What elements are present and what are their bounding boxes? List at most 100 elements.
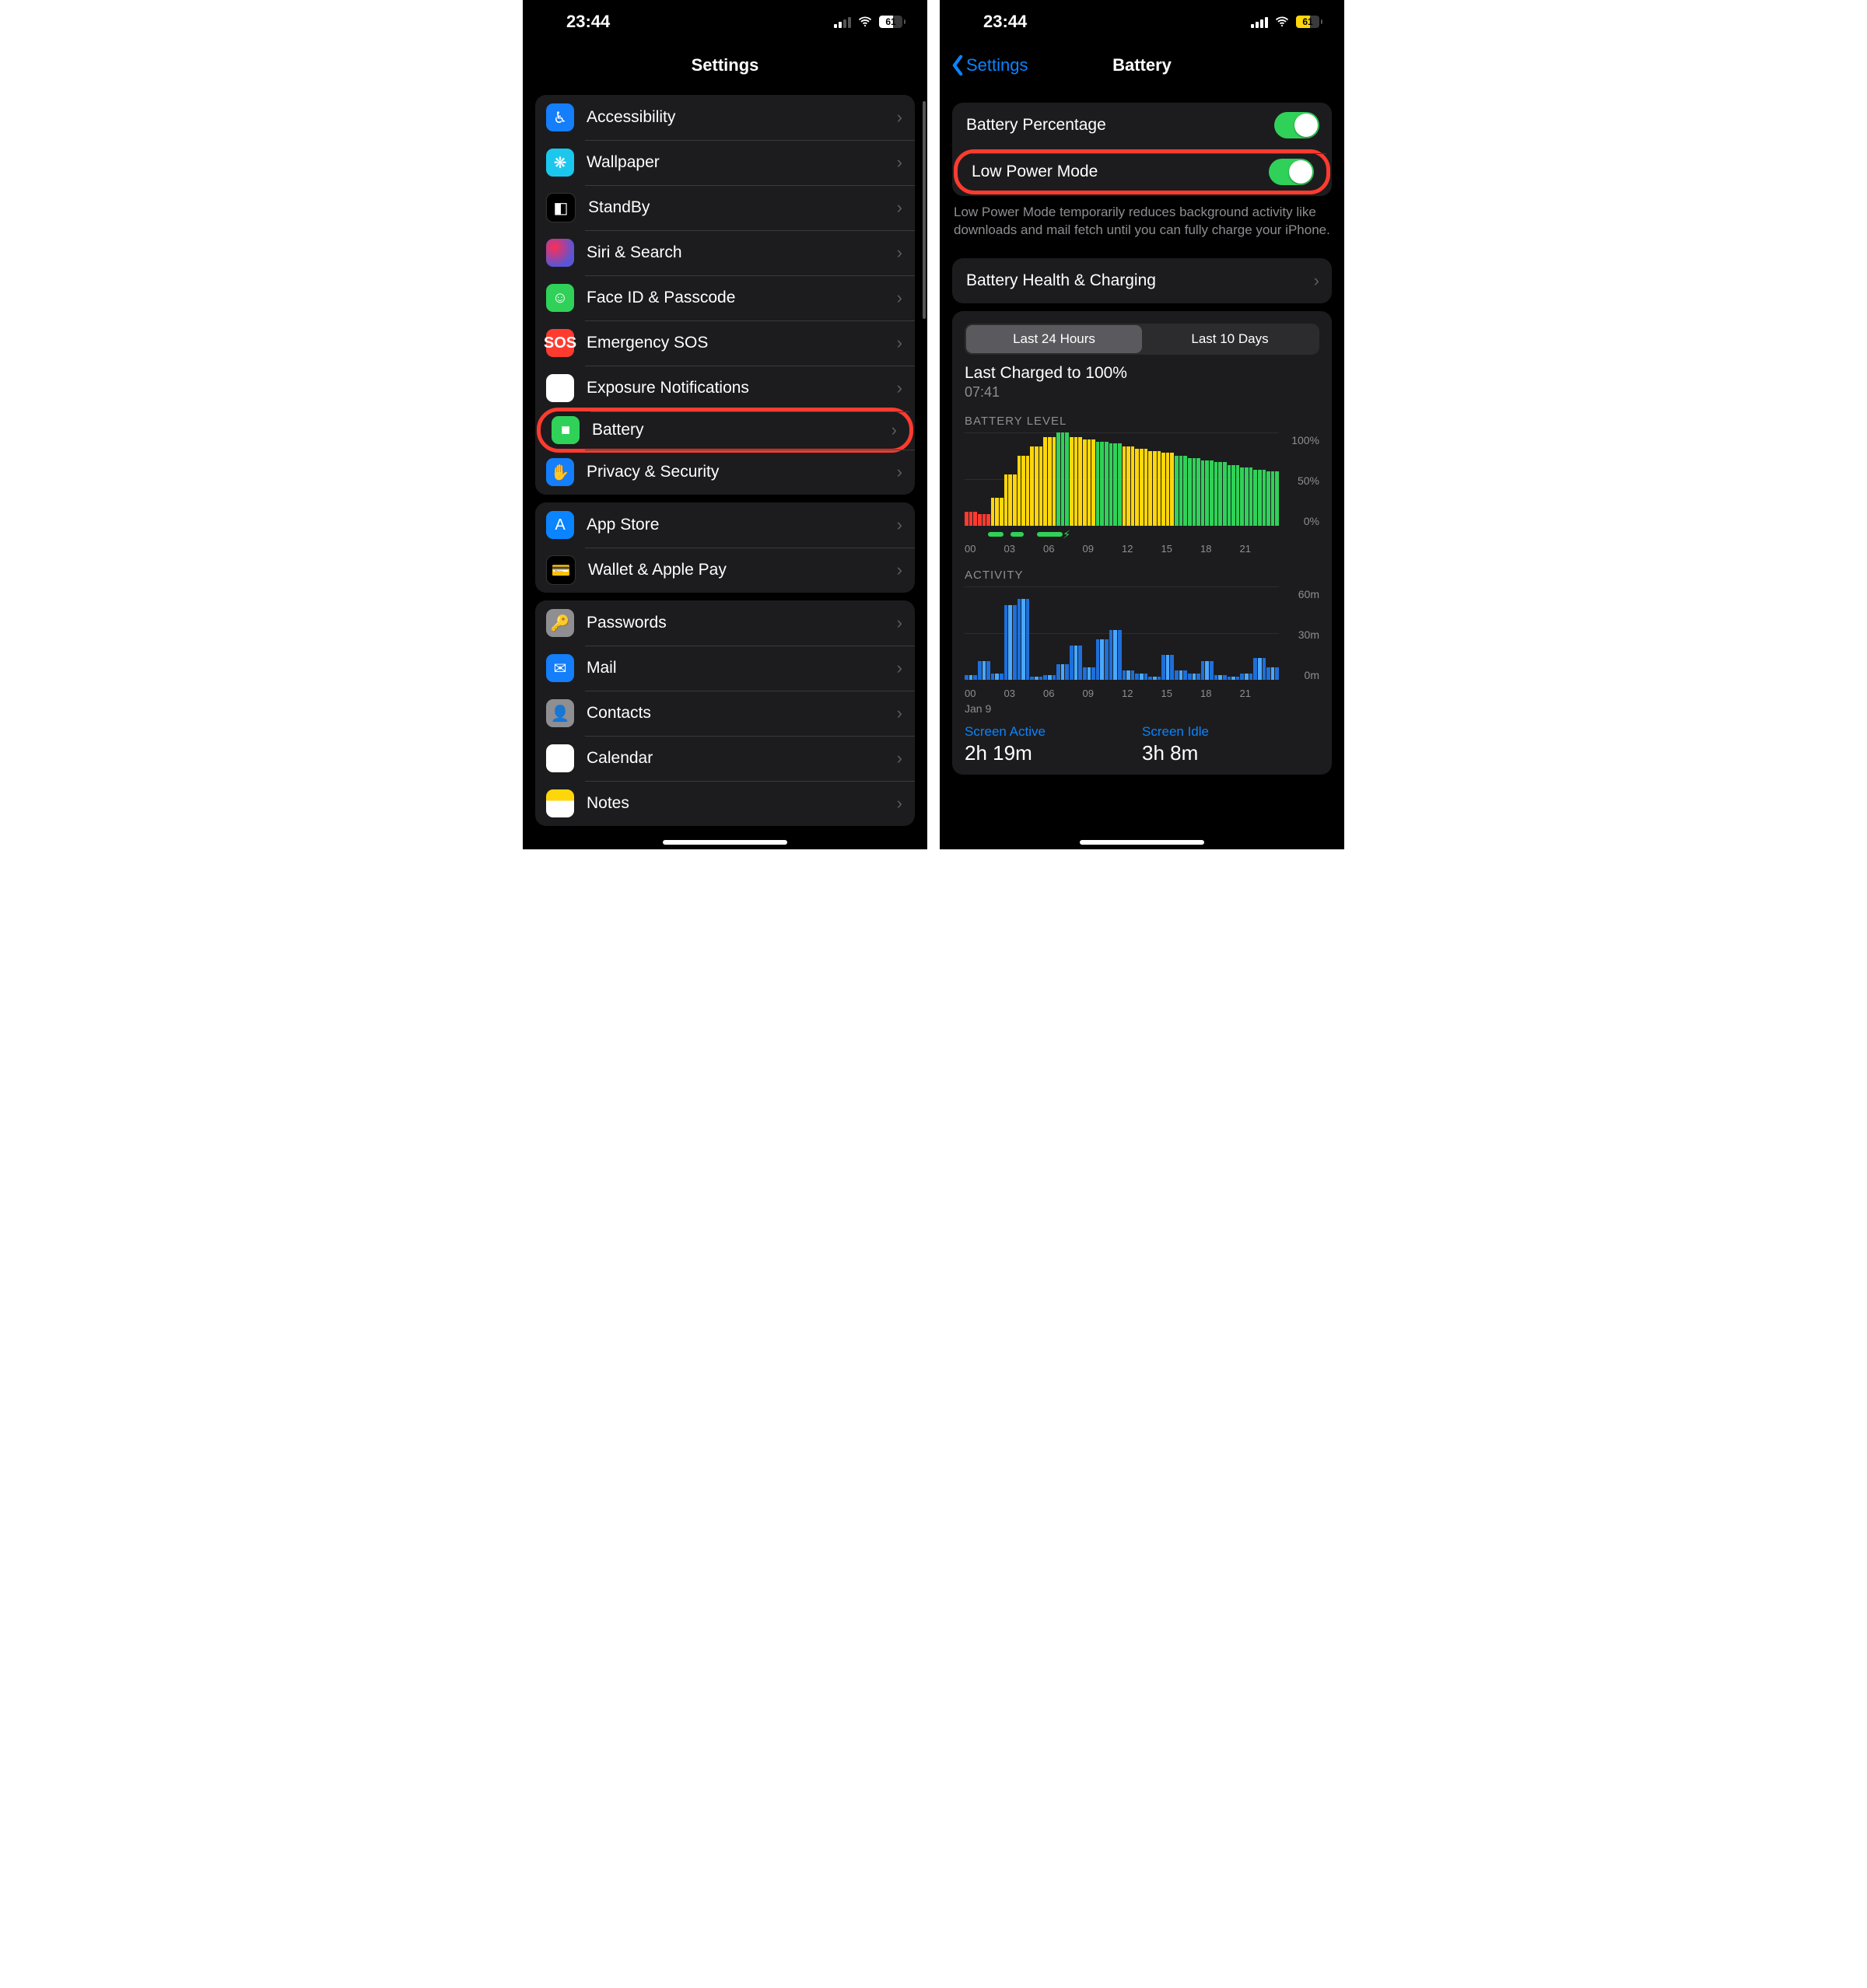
settings-row-mail[interactable]: ✉︎ Mail › bbox=[535, 646, 915, 691]
settings-group: ♿︎Accessibility›❋Wallpaper›◧StandBy›Siri… bbox=[535, 95, 915, 495]
time-range-segmented[interactable]: Last 24 Hours Last 10 Days bbox=[965, 324, 1319, 355]
row-battery-percentage[interactable]: Battery Percentage bbox=[952, 103, 1332, 148]
settings-row-siri[interactable]: Siri & Search › bbox=[535, 230, 915, 275]
settings-row-contacts[interactable]: 👤Contacts› bbox=[535, 691, 915, 736]
status-bar: 23:44 61 bbox=[940, 0, 1344, 44]
settings-row-wallpaper[interactable]: ❋ Wallpaper › bbox=[535, 140, 915, 185]
nav-bar: Settings bbox=[523, 44, 927, 87]
status-bar: 23:44 61 bbox=[523, 0, 927, 44]
chevron-right-icon: › bbox=[897, 198, 902, 218]
mail-icon: ✉︎ bbox=[546, 654, 574, 682]
settings-row-privacy[interactable]: ✋Privacy & Security› bbox=[535, 450, 915, 495]
settings-row-passwords[interactable]: 🔑 Passwords › bbox=[535, 600, 915, 646]
calendar-icon: ▦ bbox=[546, 744, 574, 772]
row-label: Calendar bbox=[587, 749, 891, 768]
row-label: Emergency SOS bbox=[587, 334, 891, 352]
siri-icon bbox=[546, 239, 574, 267]
level-y-axis: 100% 50% 0% bbox=[1284, 432, 1319, 529]
home-indicator[interactable] bbox=[1080, 840, 1204, 845]
battery-icon: ■ bbox=[552, 416, 580, 444]
exposure-icon: ☀︎ bbox=[546, 374, 574, 402]
settings-group: AApp Store› 💳 Wallet & Apple Pay › bbox=[535, 502, 915, 593]
row-label: Wallpaper bbox=[587, 153, 891, 172]
activity-title: ACTIVITY bbox=[965, 569, 1319, 582]
last-charged-title: Last Charged to 100% bbox=[965, 364, 1319, 383]
row-battery-health[interactable]: Battery Health & Charging › bbox=[952, 258, 1332, 303]
nav-bar: Settings Battery bbox=[940, 44, 1344, 87]
last-charged: Last Charged to 100% 07:41 bbox=[965, 364, 1319, 401]
last-charged-time: 07:41 bbox=[965, 384, 1319, 401]
settings-row-wallet[interactable]: 💳 Wallet & Apple Pay › bbox=[535, 548, 915, 593]
toggle-low-power-mode[interactable] bbox=[1269, 159, 1314, 185]
page-title: Settings bbox=[692, 55, 759, 75]
screen-active-label: Screen Active bbox=[965, 724, 1142, 740]
chevron-right-icon: › bbox=[897, 658, 902, 678]
back-label: Settings bbox=[966, 55, 1028, 75]
wallpaper-icon: ❋ bbox=[546, 149, 574, 177]
row-label: Face ID & Passcode bbox=[587, 289, 891, 307]
chevron-right-icon: › bbox=[897, 333, 902, 353]
settings-group: 🔑Passwords›✉︎Mail›👤Contacts›▦Calendar›No… bbox=[535, 600, 915, 826]
page-title: Battery bbox=[1112, 55, 1172, 75]
settings-row-notes[interactable]: Notes › bbox=[535, 781, 915, 826]
battery-level-chart[interactable] bbox=[965, 432, 1279, 526]
row-label: Notes bbox=[587, 794, 891, 813]
chevron-right-icon: › bbox=[891, 420, 897, 440]
screen-idle-label: Screen Idle bbox=[1142, 724, 1319, 740]
row-label: Accessibility bbox=[587, 108, 891, 127]
row-label: StandBy bbox=[588, 198, 891, 217]
settings-row-appstore[interactable]: AApp Store› bbox=[535, 502, 915, 548]
row-label: Exposure Notifications bbox=[587, 379, 891, 397]
wallet-icon: 💳 bbox=[546, 555, 576, 585]
row-label: Low Power Mode bbox=[972, 163, 1269, 181]
chevron-right-icon: › bbox=[897, 378, 902, 398]
chevron-right-icon: › bbox=[897, 613, 902, 633]
status-battery-icon: 61 bbox=[1296, 16, 1322, 28]
cellular-signal-icon bbox=[834, 16, 851, 28]
chevron-right-icon: › bbox=[897, 703, 902, 723]
phone-settings-list: 23:44 61 Settings ♿︎Accessibility› ❋ Wallp… bbox=[523, 0, 927, 849]
health-group: Battery Health & Charging › bbox=[952, 258, 1332, 303]
wifi-icon bbox=[1274, 14, 1290, 30]
segment-10d[interactable]: Last 10 Days bbox=[1142, 325, 1318, 353]
settings-row-exposure[interactable]: ☀︎ Exposure Notifications › bbox=[535, 366, 915, 411]
chevron-right-icon: › bbox=[897, 515, 902, 535]
row-label: Passwords bbox=[587, 614, 891, 632]
charging-timeline: ⚡︎ bbox=[965, 532, 1279, 538]
row-low-power-mode[interactable]: Low Power Mode bbox=[954, 149, 1330, 194]
chevron-right-icon: › bbox=[897, 793, 902, 814]
scroll-indicator bbox=[923, 101, 926, 319]
notes-icon bbox=[546, 789, 574, 817]
back-button[interactable]: Settings bbox=[951, 54, 1028, 76]
segment-24h[interactable]: Last 24 Hours bbox=[966, 325, 1142, 353]
home-indicator[interactable] bbox=[663, 840, 787, 845]
settings-row-sos[interactable]: SOS Emergency SOS › bbox=[535, 320, 915, 366]
status-battery-icon: 61 bbox=[879, 16, 905, 28]
toggle-battery-percentage[interactable] bbox=[1274, 112, 1319, 138]
sos-icon: SOS bbox=[546, 329, 574, 357]
activity-y-axis: 60m 30m 0m bbox=[1284, 586, 1319, 683]
wifi-icon bbox=[857, 14, 873, 30]
settings-row-standby[interactable]: ◧ StandBy › bbox=[535, 185, 915, 230]
activity-chart[interactable] bbox=[965, 586, 1279, 680]
chevron-right-icon: › bbox=[897, 243, 902, 263]
passwords-icon: 🔑 bbox=[546, 609, 574, 637]
settings-row-accessibility[interactable]: ♿︎Accessibility› bbox=[535, 95, 915, 140]
low-power-footer: Low Power Mode temporarily reduces backg… bbox=[954, 204, 1330, 240]
settings-row-calendar[interactable]: ▦Calendar› bbox=[535, 736, 915, 781]
row-label: Battery Percentage bbox=[966, 116, 1274, 135]
chevron-right-icon: › bbox=[897, 560, 902, 580]
contacts-icon: 👤 bbox=[546, 699, 574, 727]
row-label: Siri & Search bbox=[587, 243, 891, 262]
chevron-right-icon: › bbox=[897, 152, 902, 173]
chevron-right-icon: › bbox=[897, 288, 902, 308]
row-label: Mail bbox=[587, 659, 891, 677]
settings-row-battery[interactable]: ■Battery› bbox=[537, 408, 913, 453]
row-label: Wallet & Apple Pay bbox=[588, 561, 891, 579]
settings-row-faceid[interactable]: ☺︎Face ID & Passcode› bbox=[535, 275, 915, 320]
standby-icon: ◧ bbox=[546, 193, 576, 222]
privacy-icon: ✋ bbox=[546, 458, 574, 486]
usage-card: Last 24 Hours Last 10 Days Last Charged … bbox=[952, 311, 1332, 775]
cellular-signal-icon bbox=[1251, 16, 1268, 28]
screen-idle-value: 3h 8m bbox=[1142, 741, 1319, 765]
